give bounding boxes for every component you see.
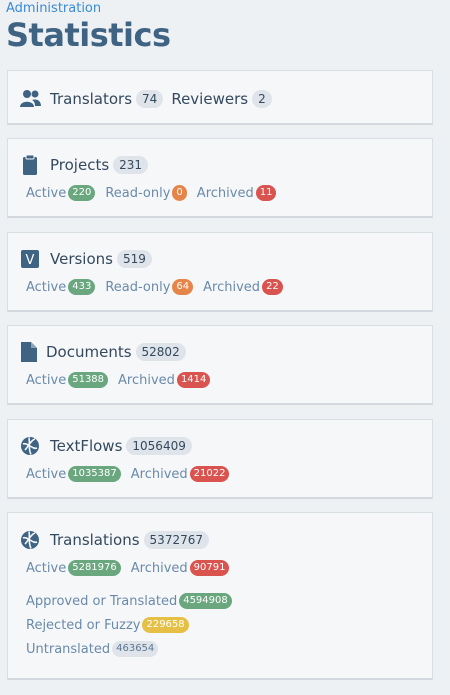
breadcrumb-administration[interactable]: Administration: [6, 1, 101, 16]
versions-count: 519: [116, 250, 152, 268]
versions-label: Versions: [50, 250, 113, 268]
translations-approved-count: 4594908: [179, 593, 232, 609]
projects-archived-label: Archived: [196, 185, 254, 201]
people-card: Translators 74 Reviewers 2: [7, 70, 433, 125]
projects-card: Projects 231 Active 220 Read-only 0 Arch…: [7, 138, 433, 218]
translations-label: Translations: [50, 531, 140, 549]
documents-archived-label: Archived: [118, 372, 175, 388]
version-icon-letter: V: [26, 253, 35, 268]
translations-untranslated-count: 463654: [112, 641, 159, 657]
version-icon: V: [20, 249, 42, 269]
translations-count: 5372767: [143, 531, 209, 549]
translations-archived-count: 90791: [189, 560, 230, 576]
projects-count: 231: [113, 156, 149, 174]
reviewers-label: Reviewers: [171, 90, 249, 108]
documents-count: 52802: [135, 343, 186, 361]
textflows-archived-count: 21022: [189, 466, 230, 482]
documents-active-label: Active: [26, 372, 67, 388]
translations-card: Translations 5372767 Active 5281976 Arch…: [7, 512, 433, 680]
translators-label: Translators: [50, 90, 133, 108]
clipboard-icon: [20, 155, 42, 175]
translations-rejected-label: Rejected or Fuzzy: [26, 617, 141, 633]
textflows-active-count: 1035387: [68, 466, 121, 482]
projects-readonly-count: 0: [172, 185, 187, 201]
versions-archived-count: 22: [262, 279, 283, 295]
document-icon: [20, 342, 38, 362]
textflows-label: TextFlows: [50, 437, 123, 455]
translations-active-label: Active: [26, 560, 67, 576]
reviewers-count: 2: [252, 90, 272, 108]
versions-readonly-label: Read-only: [105, 279, 171, 295]
translations-archived-label: Archived: [130, 560, 188, 576]
translations-rejected-count: 229658: [142, 617, 189, 633]
versions-card: V Versions 519 Active 433 Read-only 64 A…: [7, 232, 433, 312]
projects-archived-count: 11: [255, 185, 277, 201]
versions-archived-label: Archived: [203, 279, 261, 295]
textflows-card: TextFlows 1056409 Active 1035387 Archive…: [7, 419, 433, 499]
users-icon: [20, 89, 42, 109]
globe-icon: [20, 436, 42, 456]
documents-active-count: 51388: [68, 372, 109, 388]
textflows-active-label: Active: [26, 466, 67, 482]
projects-label: Projects: [50, 156, 110, 174]
translations-active-count: 5281976: [68, 560, 121, 576]
versions-active-label: Active: [26, 279, 67, 295]
projects-active-label: Active: [26, 185, 67, 201]
documents-label: Documents: [46, 343, 132, 361]
textflows-archived-label: Archived: [130, 466, 188, 482]
versions-readonly-count: 64: [172, 279, 194, 295]
globe-icon: [20, 530, 42, 550]
projects-readonly-label: Read-only: [105, 185, 171, 201]
documents-archived-count: 1414: [176, 372, 211, 388]
translations-approved-label: Approved or Translated: [26, 593, 178, 609]
projects-active-count: 220: [68, 185, 96, 201]
versions-active-count: 433: [68, 279, 96, 295]
documents-card: Documents 52802 Active 51388 Archived 14…: [7, 325, 433, 405]
textflows-count: 1056409: [126, 437, 192, 455]
translators-count: 74: [136, 90, 164, 108]
page-title: Statistics: [6, 16, 171, 54]
translations-untranslated-label: Untranslated: [26, 641, 111, 657]
